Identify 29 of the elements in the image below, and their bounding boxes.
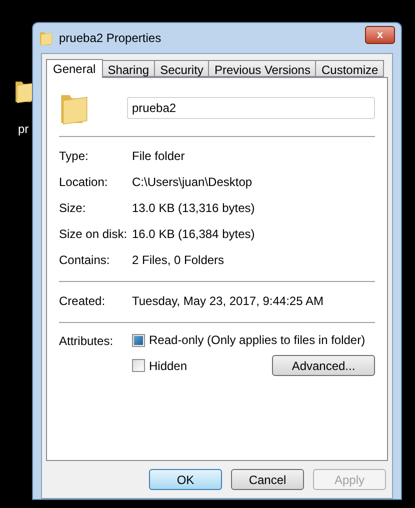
tab[interactable]: Previous Versions [208, 60, 316, 77]
checkbox[interactable] [132, 359, 145, 372]
property-label: Location: [59, 174, 109, 191]
tab[interactable]: Customize [315, 60, 384, 77]
window-title: prueba2 Properties [59, 30, 162, 47]
property-label: Created: [59, 293, 106, 310]
property-label: Size on disk: [59, 226, 128, 243]
dialog-button[interactable]: OK [149, 469, 222, 490]
property-label: Type: [59, 148, 90, 165]
tab[interactable]: General [46, 59, 103, 78]
property-label: Contains: [59, 252, 111, 269]
tab[interactable]: Sharing [102, 60, 156, 77]
dialog-button[interactable]: Cancel [231, 469, 304, 490]
desktop-icon-label[interactable]: pr [18, 120, 29, 138]
name-field[interactable]: prueba2 [127, 97, 375, 119]
property-value: 13.0 KB (13,316 bytes) [132, 200, 255, 217]
attributes-label: Attributes: [59, 333, 114, 350]
property-value: 16.0 KB (16,384 bytes) [132, 226, 255, 243]
property-value: Tuesday, May 23, 2017, 9:44:25 AM [132, 293, 324, 310]
property-label: Size: [59, 200, 87, 217]
checkbox-label[interactable]: Read-only (Only applies to files in folder) [149, 331, 366, 349]
checkbox-label[interactable]: Hidden [149, 356, 188, 374]
property-value: 2 Files, 0 Folders [132, 252, 224, 269]
title-folder-icon [39, 30, 53, 46]
checkbox[interactable] [132, 334, 145, 346]
property-value: File folder [132, 148, 185, 165]
advanced-button[interactable]: Advanced... [272, 355, 375, 376]
tab[interactable]: Security [154, 60, 210, 77]
property-value: C:\Users\juan\Desktop [132, 174, 252, 191]
